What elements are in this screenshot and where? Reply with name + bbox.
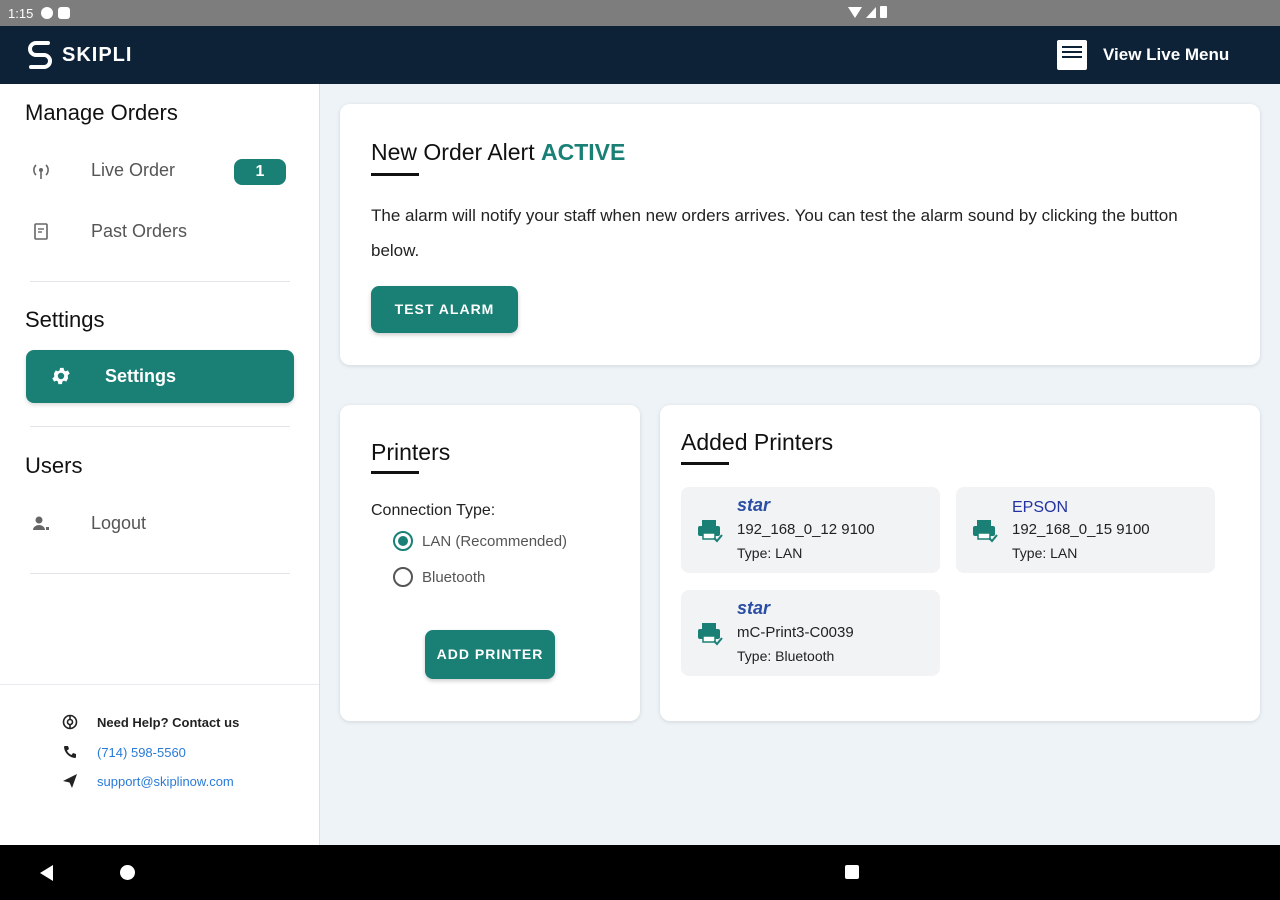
radio-label: LAN (Recommended) bbox=[422, 532, 568, 550]
skipli-logo-icon bbox=[28, 41, 52, 69]
title-underline bbox=[681, 462, 729, 465]
printer-check-icon bbox=[698, 520, 723, 543]
printer-tile[interactable]: EPSON 192_168_0_15 9100 Type: LAN bbox=[956, 487, 1215, 573]
brand-name: SKIPLI bbox=[62, 43, 133, 66]
new-order-alert-card: New Order Alert ACTIVE The alarm will no… bbox=[340, 104, 1260, 365]
signal-icon bbox=[866, 6, 876, 18]
manage-orders-heading: Manage Orders bbox=[25, 100, 178, 125]
recent-apps-icon[interactable] bbox=[845, 865, 859, 879]
sidebar-item-label: Live Order bbox=[91, 159, 176, 180]
view-live-menu-label: View Live Menu bbox=[1103, 45, 1230, 64]
live-order-count-badge: 1 bbox=[234, 159, 286, 185]
sidebar-item-label: Settings bbox=[105, 366, 177, 386]
status-time: 1:15 bbox=[8, 5, 34, 21]
alert-title-text: New Order Alert bbox=[371, 139, 535, 165]
radio-label: Bluetooth bbox=[422, 568, 486, 586]
title-underline bbox=[371, 173, 419, 176]
test-alarm-button[interactable]: TEST ALARM bbox=[371, 286, 518, 333]
connection-type-label: Connection Type: bbox=[371, 502, 496, 519]
printer-brand: star bbox=[737, 495, 771, 515]
send-icon bbox=[62, 773, 78, 789]
printer-name: 192_168_0_12 9100 bbox=[737, 521, 875, 538]
phone-icon bbox=[62, 744, 78, 760]
alert-card-title: New Order Alert ACTIVE bbox=[371, 139, 625, 166]
sidebar-item-label: Past Orders bbox=[91, 220, 188, 241]
printer-brand: star bbox=[737, 598, 771, 618]
printer-brand: EPSON bbox=[1012, 499, 1069, 516]
notification-icon bbox=[41, 7, 54, 19]
sidebar-divider bbox=[30, 426, 290, 427]
users-heading: Users bbox=[25, 453, 83, 478]
help-email-row[interactable]: support@skiplinow.com bbox=[62, 773, 234, 789]
home-icon[interactable] bbox=[120, 865, 135, 880]
help-phone-row[interactable]: (714) 598-5560 bbox=[62, 744, 186, 760]
sidebar: Manage Orders Live Order 1 Past Orders S… bbox=[0, 84, 320, 845]
printer-check-icon bbox=[973, 520, 998, 543]
title-underline bbox=[371, 471, 419, 474]
sidebar-item-past-orders[interactable]: Past Orders bbox=[30, 211, 292, 251]
broadcast-icon bbox=[30, 159, 52, 181]
system-nav-bar bbox=[0, 845, 1280, 900]
sidebar-item-logout[interactable]: Logout bbox=[30, 503, 292, 543]
sidebar-item-label: Logout bbox=[91, 512, 147, 533]
printers-card: Printers Connection Type: LAN (Recommend… bbox=[340, 405, 640, 721]
gear-icon bbox=[52, 367, 70, 385]
radio-bluetooth[interactable]: Bluetooth bbox=[393, 567, 485, 587]
printers-card-title: Printers bbox=[371, 439, 451, 465]
radio-button-checked[interactable] bbox=[393, 531, 413, 551]
alert-status-text: ACTIVE bbox=[541, 139, 626, 165]
help-heading-row: Need Help? Contact us bbox=[62, 714, 239, 730]
printer-name: mC-Print3-C0039 bbox=[737, 624, 854, 641]
view-live-menu-button[interactable]: View Live Menu bbox=[1057, 40, 1229, 70]
wifi-icon bbox=[848, 6, 862, 18]
sidebar-item-settings[interactable]: Settings bbox=[26, 350, 294, 403]
notification-icon bbox=[58, 7, 71, 19]
user-logout-icon bbox=[30, 512, 52, 534]
sidebar-item-live-order[interactable]: Live Order 1 bbox=[30, 150, 292, 190]
radio-button[interactable] bbox=[393, 567, 413, 587]
menu-icon bbox=[1057, 40, 1087, 70]
status-bar: 1:15 bbox=[0, 0, 1280, 26]
printer-type: Type: LAN bbox=[737, 545, 803, 561]
app-bar: SKIPLI View Live Menu bbox=[0, 26, 1280, 84]
help-section: Need Help? Contact us (714) 598-5560 sup… bbox=[0, 684, 319, 845]
printer-name: 192_168_0_15 9100 bbox=[1012, 521, 1150, 538]
help-phone-link[interactable]: (714) 598-5560 bbox=[97, 745, 186, 760]
help-heading: Need Help? Contact us bbox=[97, 714, 240, 730]
added-printers-card: Added Printers star 192_168_0_12 9100 Ty… bbox=[660, 405, 1260, 721]
radio-lan[interactable]: LAN (Recommended) bbox=[393, 531, 567, 551]
help-email-link[interactable]: support@skiplinow.com bbox=[97, 774, 234, 789]
sidebar-divider bbox=[30, 281, 290, 282]
printer-type: Type: LAN bbox=[1012, 545, 1078, 561]
settings-heading: Settings bbox=[25, 307, 105, 332]
added-printers-title: Added Printers bbox=[681, 429, 834, 455]
printer-tile[interactable]: star 192_168_0_12 9100 Type: LAN bbox=[681, 487, 940, 573]
alert-description: The alarm will notify your staff when ne… bbox=[371, 206, 1178, 260]
receipt-icon bbox=[30, 220, 52, 242]
battery-icon bbox=[880, 6, 887, 18]
printer-type: Type: Bluetooth bbox=[737, 648, 835, 664]
printer-check-icon bbox=[698, 623, 723, 646]
back-icon[interactable] bbox=[40, 865, 53, 881]
lifebuoy-icon bbox=[62, 714, 78, 730]
sidebar-divider bbox=[30, 573, 290, 574]
add-printer-button[interactable]: ADD PRINTER bbox=[425, 630, 555, 679]
brand-logo[interactable]: SKIPLI bbox=[26, 39, 132, 71]
printer-tile[interactable]: star mC-Print3-C0039 Type: Bluetooth bbox=[681, 590, 940, 676]
